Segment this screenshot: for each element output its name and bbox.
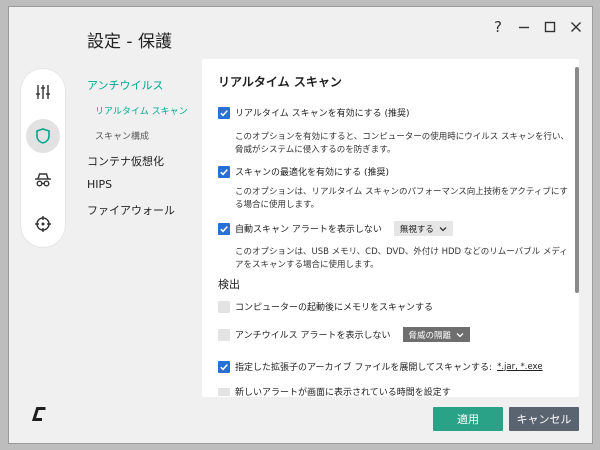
option-label: スキャンの最適化を有効にする (推奨) <box>235 168 389 178</box>
comodo-c-icon <box>31 407 46 421</box>
chevron-down-icon <box>439 226 447 231</box>
option-description: このオプションは、リアルタイム スキャンのパフォーマンス向上技術をアクティブにす… <box>235 187 568 210</box>
checkbox-checked[interactable] <box>218 106 230 119</box>
option-label: 指定した拡張子のアーカイブ ファイルを展開してスキャンする: <box>235 363 493 373</box>
option-archive-scan[interactable]: 指定した拡張子のアーカイブ ファイルを展開してスキャンする: *.jar, *.… <box>218 360 543 373</box>
checkbox-checked[interactable] <box>218 360 230 373</box>
cancel-button[interactable]: キャンセル <box>509 407 579 431</box>
minimize-icon <box>519 26 529 29</box>
spy-icon <box>35 173 51 187</box>
nav-item-scan-config[interactable]: スキャン構成 <box>95 129 149 142</box>
settings-panel: リアルタイム スキャン リアルタイム スキャンを有効にする (推奨) このオプシ… <box>202 59 579 397</box>
minimize-button[interactable] <box>513 16 535 38</box>
nav-item-firewall[interactable]: ファイアウォール <box>87 202 175 218</box>
nav-item-realtime-scan[interactable]: リアルタイム スキャン <box>95 104 188 117</box>
option-alert-duration[interactable]: 新しいアラートが画面に表示されている時間を設定す <box>218 385 451 397</box>
settings-sliders-icon <box>36 85 50 99</box>
checkbox-unchecked[interactable] <box>218 387 230 396</box>
section-title: リアルタイム スキャン <box>218 75 342 89</box>
option-scan-optimization[interactable]: スキャンの最適化を有効にする (推奨) <box>218 165 389 178</box>
check-icon <box>220 363 228 370</box>
brand-logo <box>31 405 49 427</box>
rail-item-privacy[interactable] <box>26 163 60 197</box>
shield-icon <box>36 128 50 144</box>
option-label: コンピューターの起動後にメモリをスキャンする <box>235 303 434 313</box>
option-label: 新しいアラートが画面に表示されている時間を設定す <box>235 388 451 397</box>
help-icon[interactable]: ? <box>487 16 509 38</box>
nav-item-antivirus[interactable]: アンチウイルス <box>87 77 164 93</box>
checkbox-unchecked[interactable] <box>218 300 230 313</box>
dropdown-value: 無視する <box>399 224 434 235</box>
maximize-button[interactable] <box>539 16 561 38</box>
nav-item-containment[interactable]: コンテナ仮想化 <box>87 153 164 169</box>
crosshair-icon <box>35 216 51 232</box>
option-description: このオプションを有効にすると、コンピューターの使用時にウイルス スキャンを行い、… <box>235 132 569 155</box>
chevron-down-icon <box>456 332 464 337</box>
close-icon <box>571 22 581 32</box>
checkbox-checked[interactable] <box>218 165 230 178</box>
detection-heading: 検出 <box>218 278 240 291</box>
archive-extensions-link[interactable]: *.jar, *.exe <box>497 362 542 372</box>
apply-button[interactable]: 適用 <box>433 407 503 431</box>
option-description: このオプションは、USB メモリ、CD、DVD、外付け HDD などのリムーバブ… <box>235 247 568 270</box>
settings-window: 設定 - 保護 ? アンチウイルス リアルタイム スキャン スキャン構成 コンテ… <box>8 6 593 444</box>
auto-scan-action-dropdown[interactable]: 無視する <box>393 221 453 236</box>
page-title: 設定 - 保護 <box>87 32 172 52</box>
nav-item-hips[interactable]: HIPS <box>87 178 112 191</box>
check-icon <box>220 225 228 232</box>
check-icon <box>220 168 228 175</box>
category-rail <box>21 69 65 247</box>
rail-item-advanced[interactable] <box>26 207 60 241</box>
panel-scrollbar[interactable] <box>575 67 579 293</box>
maximize-icon <box>544 21 556 33</box>
option-realtime-scan[interactable]: リアルタイム スキャンを有効にする (推奨) <box>218 106 410 119</box>
option-label: リアルタイム スキャンを有効にする (推奨) <box>235 109 410 119</box>
checkbox-unchecked[interactable] <box>218 328 230 341</box>
close-button[interactable] <box>565 16 587 38</box>
option-scan-memory[interactable]: コンピューターの起動後にメモリをスキャンする <box>218 300 433 313</box>
checkbox-checked[interactable] <box>218 222 230 235</box>
option-auto-scan-alert[interactable]: 自動スキャン アラートを表示しない 無視する <box>218 221 453 236</box>
rail-item-protection[interactable] <box>26 119 60 153</box>
option-hide-av-alerts[interactable]: アンチウイルス アラートを表示しない 脅威の隔離 <box>218 327 471 342</box>
check-icon <box>220 109 228 116</box>
dropdown-value: 脅威の隔離 <box>408 330 452 341</box>
threat-action-dropdown[interactable]: 脅威の隔離 <box>402 327 471 342</box>
option-label: 自動スキャン アラートを表示しない <box>235 225 382 235</box>
option-label: アンチウイルス アラートを表示しない <box>235 331 391 341</box>
rail-item-general[interactable] <box>26 75 60 109</box>
